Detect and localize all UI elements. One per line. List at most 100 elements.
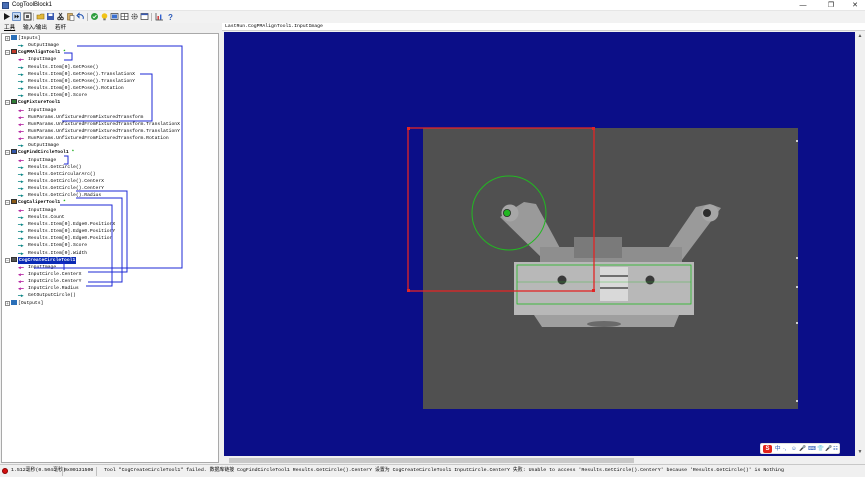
tab-tools[interactable]: 工具 <box>3 24 16 32</box>
horizontal-scrollbar[interactable] <box>224 457 856 464</box>
tree-output-terminal[interactable]: ━▶ Results.Item[0].Edge0.PositionX <box>18 221 115 228</box>
minimize-button[interactable]: — <box>793 0 813 11</box>
maximize-button[interactable]: ❐ <box>821 0 841 11</box>
tree-terminal-node[interactable]: [Inputs] <box>11 35 41 42</box>
open-folder-icon[interactable] <box>36 12 45 21</box>
tree-tool-node[interactable]: CogCaliperTool1 * <box>11 199 66 206</box>
region-handle[interactable] <box>407 289 410 292</box>
region-handle[interactable] <box>407 127 410 130</box>
tree-output-terminal[interactable]: ━▶ Results.Item[0].GetPose().TranslationY <box>18 78 135 85</box>
ime-voice-icon[interactable]: 🎤 <box>799 445 806 453</box>
tree-input-terminal[interactable]: ◀━ InputCircle.CenterY <box>18 278 81 285</box>
collapse-toggle-icon[interactable]: − <box>5 100 10 106</box>
tree-output-terminal[interactable]: ━▶ Results.GetCircle().CenterX <box>18 178 104 185</box>
tree-output-terminal[interactable]: ━▶ Results.GetCircularArc() <box>18 171 96 178</box>
paste-icon[interactable] <box>66 12 75 21</box>
region-handle[interactable] <box>592 289 595 292</box>
tree-output-terminal[interactable]: ━▶ Results.Item[0].GetPose().Rotation <box>18 85 124 92</box>
tree-output-terminal[interactable]: ━▶ Results.GetCircle().CenterY <box>18 185 104 192</box>
cut-icon[interactable] <box>56 12 65 21</box>
output-arrow-icon: ━▶ <box>18 187 24 193</box>
tree-input-terminal[interactable]: ◀━ RunParams.UnfixturedFromFixturedTransf… <box>18 114 143 121</box>
tree-input-terminal[interactable]: ◀━ InputImage <box>18 107 56 114</box>
save-icon[interactable] <box>46 12 55 21</box>
collapse-toggle-icon[interactable]: − <box>5 257 10 263</box>
output-arrow-icon: ━▶ <box>18 180 24 185</box>
output-arrow-icon: ━▶ <box>18 251 24 257</box>
horizontal-scroll-thumb[interactable] <box>229 458 634 463</box>
tree-output-terminal[interactable]: ━▶ Results.Item[0].Score <box>18 242 87 249</box>
chart-icon[interactable] <box>155 12 164 21</box>
tree-node-label: [Outputs] <box>18 300 44 306</box>
tree-output-terminal[interactable]: ━▶ Results.Item[0].Edge0.Position <box>18 235 112 242</box>
collapse-toggle-icon[interactable]: − <box>5 200 10 206</box>
result-icon[interactable] <box>90 12 99 21</box>
output-arrow-icon: ━▶ <box>18 237 24 243</box>
title-bar: CogToolBlock1 — ❐ ✕ <box>0 0 865 11</box>
collapse-toggle-icon[interactable]: − <box>5 150 10 156</box>
ime-keyboard-icon[interactable]: ⌨ <box>808 445 816 453</box>
tree-input-terminal[interactable]: ◀━ InputImage <box>18 56 56 63</box>
ime-punctuation[interactable]: ·, <box>783 445 786 453</box>
cognex-toolblock-window: CogToolBlock1 — ❐ ✕ ? 工具 输入/输出 若杆 + [Inpu… <box>0 0 865 477</box>
ime-emoji-icon[interactable]: ☺ <box>791 445 797 453</box>
tree-tool-node[interactable]: CogPMAlignTool1 * <box>11 49 66 56</box>
collapse-toggle-icon[interactable]: − <box>5 50 10 56</box>
tree-input-terminal[interactable]: ◀━ RunParams.UnfixturedFromFixturedTransf… <box>18 121 180 128</box>
input-arrow-icon: ◀━ <box>18 158 24 164</box>
tree-input-terminal[interactable]: ◀━ InputCircle.Radius <box>18 285 79 292</box>
tree-node-label: Results.Item[0].GetPose().TranslationX <box>28 71 135 77</box>
window-icon[interactable] <box>140 12 149 21</box>
tree-terminal-node[interactable]: [Outputs] <box>11 299 44 307</box>
tree-input-terminal[interactable]: ◀━ RunParams.UnfixturedFromFixturedTransf… <box>18 135 169 142</box>
tree-output-terminal[interactable]: ━▶ Results.Item[0].Edge0.PositionY <box>18 228 115 235</box>
toolbar: ? <box>0 11 865 23</box>
tree-output-terminal[interactable]: ━▶ GetOutputCircle() <box>18 292 76 299</box>
tree-tool-node[interactable]: CogCreateCircleTool1 <box>11 256 77 264</box>
tree-output-terminal[interactable]: ━▶ Results.Count <box>18 214 65 221</box>
tree-output-terminal[interactable]: ━▶ OutputImage <box>18 142 59 149</box>
tree-input-terminal[interactable]: ◀━ InputImage <box>18 264 56 271</box>
settings-icon[interactable] <box>130 12 139 21</box>
display-icon[interactable] <box>110 12 119 21</box>
tree-output-terminal[interactable]: ━▶ Results.GetCircle() <box>18 164 81 171</box>
light-icon[interactable] <box>100 12 109 21</box>
tree-output-terminal[interactable]: ━▶ OutputImage <box>18 42 59 49</box>
tab-inputs-outputs[interactable]: 输入/输出 <box>22 24 48 32</box>
expand-toggle-icon[interactable]: + <box>5 36 10 41</box>
scroll-down-icon[interactable]: ▼ <box>856 448 864 456</box>
tree-node-label: CogCaliperTool1 <box>18 200 61 206</box>
reset-icon[interactable] <box>23 12 32 21</box>
tree-output-terminal[interactable]: ━▶ Results.Item[0].Score <box>18 92 87 99</box>
tree-input-terminal[interactable]: ◀━ InputImage <box>18 157 56 164</box>
ime-menu-icon[interactable]: ☷ <box>833 445 838 453</box>
tree-tool-node[interactable]: CogFindCircleTool1 * <box>11 149 74 156</box>
tool-tree-pane: 工具 输入/输出 若杆 + [Inputs] ━▶ OutputImage − CogPM… <box>0 23 220 464</box>
close-button[interactable]: ✕ <box>845 0 865 11</box>
tree-input-terminal[interactable]: ◀━ InputImage <box>18 207 56 214</box>
toolbar-separator <box>151 13 152 21</box>
region-handle[interactable] <box>592 127 595 130</box>
image-canvas[interactable] <box>224 32 855 456</box>
expand-toggle-icon[interactable]: + <box>5 300 10 306</box>
grid-icon[interactable] <box>120 12 129 21</box>
run-continuous-icon[interactable] <box>12 12 21 21</box>
tree-output-terminal[interactable]: ━▶ Results.Item[0].GetPose() <box>18 64 98 71</box>
tree-input-terminal[interactable]: ◀━ InputCircle.CenterX <box>18 271 81 278</box>
ime-mic-icon[interactable]: 🎤 <box>825 445 832 453</box>
tree-tool-node[interactable]: CogFixtureTool1 <box>11 99 60 106</box>
tab-terminals[interactable]: 若杆 <box>54 24 67 32</box>
undo-icon[interactable] <box>76 12 85 21</box>
run-icon[interactable] <box>2 12 11 21</box>
scroll-up-icon[interactable]: ▲ <box>856 32 864 40</box>
ime-skin-icon[interactable]: 👕 <box>817 445 824 453</box>
tree-output-terminal[interactable]: ━▶ Results.Item[0].Width <box>18 250 87 257</box>
vertical-scrollbar[interactable]: ▲ ▼ <box>856 32 864 456</box>
tree-output-terminal[interactable]: ━▶ Results.Item[0].GetPose().TranslationX <box>18 71 135 78</box>
ime-chinese-mode[interactable]: 中 <box>775 445 781 453</box>
image-display[interactable] <box>224 32 855 456</box>
tree-output-terminal[interactable]: ━▶ Results.GetCircle().Radius <box>18 192 101 199</box>
tree-input-terminal[interactable]: ◀━ RunParams.UnfixturedFromFixturedTransf… <box>18 128 180 135</box>
help-icon[interactable]: ? <box>166 12 175 21</box>
sogou-logo-icon[interactable]: S <box>763 445 772 453</box>
